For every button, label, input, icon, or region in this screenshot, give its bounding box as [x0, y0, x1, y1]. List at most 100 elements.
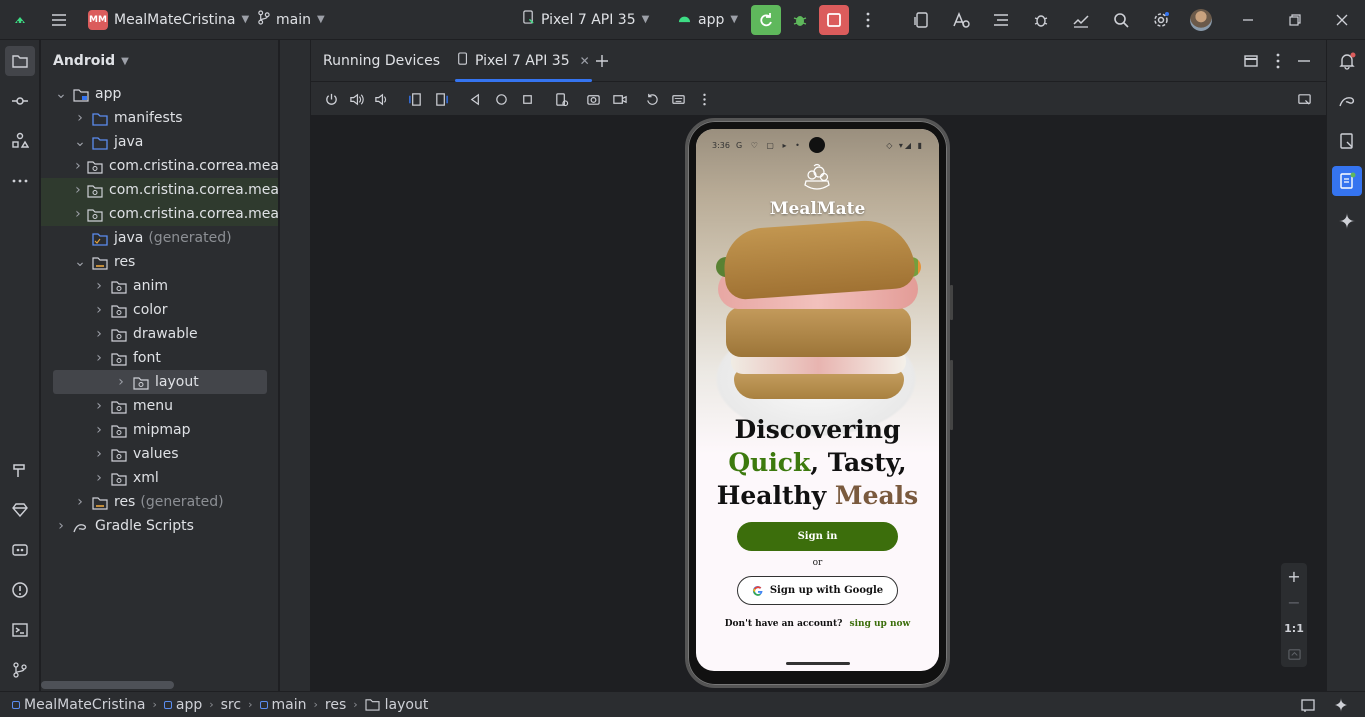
project-selector[interactable]: MM MealMateCristina ▼: [88, 0, 249, 40]
chevron-right-icon[interactable]: ›: [73, 158, 83, 174]
zoom-in-button[interactable]: +: [1281, 563, 1307, 589]
tree-item-res[interactable]: ⌄ res: [41, 250, 278, 274]
device-explorer-icon[interactable]: [1332, 126, 1362, 156]
chevron-right-icon[interactable]: ›: [73, 206, 83, 222]
tree-item-manifests[interactable]: › manifests: [41, 106, 278, 130]
tree-item-layout[interactable]: › layout: [53, 370, 267, 394]
tree-item-drawable[interactable]: › drawable: [41, 322, 278, 346]
breadcrumb-item[interactable]: MealMateCristina: [24, 697, 145, 713]
project-view-selector[interactable]: Android ▼: [41, 40, 278, 82]
power-icon[interactable]: [318, 84, 344, 114]
tree-item-color[interactable]: › color: [41, 298, 278, 322]
close-window-icon[interactable]: [1327, 5, 1357, 35]
chevron-right-icon[interactable]: ›: [91, 326, 107, 342]
profiler-icon[interactable]: [1066, 5, 1096, 35]
translate-icon[interactable]: [946, 5, 976, 35]
tree-item-res[interactable]: › res (generated): [41, 490, 278, 514]
branch-selector[interactable]: main ▼: [257, 0, 325, 40]
rotate-right-icon[interactable]: [428, 84, 454, 114]
screenshot-camera-icon[interactable]: [580, 84, 606, 114]
gesture-home-bar[interactable]: [786, 662, 850, 665]
restore-window-icon[interactable]: [1280, 5, 1310, 35]
tree-item-com-cristina-correa-mea[interactable]: › com.cristina.correa.mea: [41, 202, 278, 226]
tree-item-xml[interactable]: › xml: [41, 466, 278, 490]
search-icon[interactable]: [1106, 5, 1136, 35]
chevron-right-icon[interactable]: ›: [91, 446, 107, 462]
stop-icon[interactable]: [819, 5, 849, 35]
tree-item-java[interactable]: java (generated): [41, 226, 278, 250]
keyboard-input-icon[interactable]: [665, 84, 691, 114]
chevron-right-icon[interactable]: ›: [91, 278, 107, 294]
volume-up-icon[interactable]: [343, 84, 369, 114]
terminal-icon[interactable]: [5, 615, 35, 645]
debug-icon[interactable]: [785, 5, 815, 35]
add-device-icon[interactable]: [587, 46, 617, 76]
rotate-left-icon[interactable]: [402, 84, 428, 114]
apply-changes-icon[interactable]: [751, 5, 781, 35]
running-devices-icon[interactable]: [1332, 166, 1362, 196]
chevron-right-icon[interactable]: ›: [91, 398, 107, 414]
minimize-window-icon[interactable]: [1233, 5, 1263, 35]
app-inspection-icon[interactable]: [5, 535, 35, 565]
volume-down-icon[interactable]: [368, 84, 394, 114]
more-tools-icon[interactable]: [5, 166, 35, 196]
breadcrumb-item[interactable]: layout: [385, 697, 429, 713]
device-screen[interactable]: 3:36 G ♡ ▢ ▸ • ◇ ▾◢ ▮ MealMate Discoveri…: [696, 129, 939, 671]
google-sign-up-button[interactable]: Sign up with Google: [737, 576, 898, 605]
tree-item-gradle-scripts[interactable]: › Gradle Scripts: [41, 514, 278, 538]
project-folder-icon[interactable]: [5, 46, 35, 76]
sign-in-button[interactable]: Sign in: [737, 522, 898, 551]
device-manager-icon[interactable]: [907, 5, 937, 35]
settings-gear-icon[interactable]: [1146, 5, 1176, 35]
chevron-right-icon[interactable]: ›: [91, 350, 107, 366]
more-actions-icon[interactable]: [853, 5, 883, 35]
device-state-icon[interactable]: [548, 84, 574, 114]
device-frame-icon[interactable]: [1291, 84, 1317, 114]
run-config-selector[interactable]: app ▼: [677, 0, 738, 40]
chevron-down-icon[interactable]: ⌄: [72, 134, 88, 150]
tree-item-menu[interactable]: › menu: [41, 394, 278, 418]
reset-icon[interactable]: [639, 84, 665, 114]
window-layout-icon[interactable]: [1236, 46, 1266, 76]
gradle-icon[interactable]: [1332, 86, 1362, 116]
more-device-actions-icon[interactable]: [691, 84, 717, 114]
tree-item-com-cristina-correa-mea[interactable]: › com.cristina.correa.mea: [41, 154, 278, 178]
chevron-right-icon[interactable]: ›: [72, 494, 88, 510]
resource-manager-icon[interactable]: [5, 126, 35, 156]
chevron-right-icon[interactable]: ›: [72, 110, 88, 126]
tree-item-anim[interactable]: › anim: [41, 274, 278, 298]
logcat-icon[interactable]: [986, 5, 1016, 35]
breadcrumb-item[interactable]: main: [272, 697, 307, 713]
sign-up-link[interactable]: sing up now: [850, 619, 911, 629]
chevron-down-icon[interactable]: ⌄: [53, 86, 69, 102]
build-hammer-icon[interactable]: [5, 455, 35, 485]
tree-item-mipmap[interactable]: › mipmap: [41, 418, 278, 442]
gem-icon[interactable]: [5, 495, 35, 525]
project-horizontal-scrollbar[interactable]: [41, 681, 174, 689]
breadcrumb-item[interactable]: src: [221, 697, 241, 713]
ai-assistant-icon[interactable]: [1326, 690, 1356, 717]
zoom-out-button[interactable]: −: [1281, 589, 1307, 615]
tree-item-java[interactable]: ⌄ java: [41, 130, 278, 154]
chevron-down-icon[interactable]: ⌄: [72, 254, 88, 270]
avatar[interactable]: [1186, 5, 1216, 35]
version-control-icon[interactable]: [5, 655, 35, 685]
overview-icon[interactable]: [514, 84, 540, 114]
problems-icon[interactable]: [5, 575, 35, 605]
back-icon[interactable]: [462, 84, 488, 114]
gemini-sparkle-icon[interactable]: [1332, 206, 1362, 236]
breadcrumb-item[interactable]: res: [325, 697, 346, 713]
chevron-right-icon[interactable]: ›: [53, 518, 69, 534]
tab-pixel-7[interactable]: Pixel 7 API 35 ✕: [447, 40, 600, 82]
screen-record-icon[interactable]: [606, 84, 632, 114]
hide-panel-icon[interactable]: [1289, 46, 1319, 76]
tree-item-values[interactable]: › values: [41, 442, 278, 466]
reader-mode-icon[interactable]: [1293, 690, 1323, 717]
commit-icon[interactable]: [5, 86, 35, 116]
home-icon[interactable]: [488, 84, 514, 114]
chevron-right-icon[interactable]: ›: [91, 422, 107, 438]
zoom-actual-size-button[interactable]: 1:1: [1281, 615, 1307, 641]
chevron-right-icon[interactable]: ›: [91, 302, 107, 318]
tree-item-font[interactable]: › font: [41, 346, 278, 370]
zoom-fit-button[interactable]: [1281, 641, 1307, 667]
